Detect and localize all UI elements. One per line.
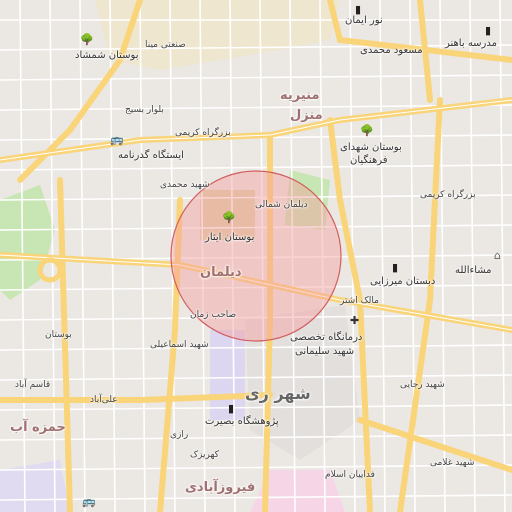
label-boostan-shamshad: بوستان شمشاد: [75, 50, 139, 61]
label-mashallah: مشاءالله: [455, 265, 492, 276]
label-nour-iman: نور ایمان: [345, 15, 383, 26]
label-fadaian-eslam: فداییان اسلام: [325, 470, 375, 480]
school-icon[interactable]: ▮: [228, 403, 234, 415]
label-madreseh-bahonar: مدرسه باهنر: [445, 38, 497, 49]
label-shahid-mohammadi: شهید محمدی: [160, 180, 210, 190]
label-shahr-rey: شهر ری: [245, 384, 311, 403]
label-boostan-shohada-2: فرهنگیان: [350, 155, 388, 166]
label-dabestan-mirzaei: دبستان میرزایی: [370, 276, 436, 287]
label-monirieh: منیریه: [280, 88, 320, 103]
label-sahab-zaman: صاحب زمان: [190, 310, 237, 320]
park-icon[interactable]: 🌳: [80, 34, 94, 46]
label-deilaman-area: دیلمان: [200, 265, 242, 280]
label-manzel: منزل: [290, 108, 323, 123]
bus-stop-icon[interactable]: 🚌: [82, 496, 96, 508]
label-darmangah-1: درمانگاه تخصصی: [290, 332, 363, 343]
label-aliabad: علی‌آباد: [90, 395, 118, 405]
label-hamzeh: حمزه آب: [10, 420, 66, 435]
label-malek-ashtar: مالک اشتر: [340, 296, 379, 306]
label-deilaman-street: دیلمان شمالی: [255, 200, 308, 210]
park-icon[interactable]: 🌳: [360, 125, 374, 137]
label-masoud-mohammadi: مسعود محمدی: [360, 45, 423, 56]
hospital-icon[interactable]: ✚: [350, 315, 359, 327]
label-darmangah-2: شهید سلیمانی: [295, 346, 355, 357]
map-canvas[interactable]: نور ایمان مدرسه باهنر بوستان شمشاد مسعود…: [0, 0, 512, 512]
park-icon[interactable]: 🌳: [222, 212, 236, 224]
label-razi: رازی: [170, 430, 189, 440]
label-firoozabadi: فیروزآبادی: [185, 480, 256, 495]
school-icon[interactable]: ▮: [355, 4, 361, 16]
place-of-worship-icon[interactable]: ⌂: [494, 250, 501, 262]
label-boostan-west: بوستان: [45, 330, 72, 340]
bus-stop-icon[interactable]: 🚌: [110, 134, 124, 146]
label-istgah-gadarnameh: ایستگاه گدرنامه: [118, 150, 184, 161]
school-icon[interactable]: ▮: [392, 262, 398, 274]
map-base: [0, 0, 512, 512]
label-shahid-rajaei: شهید رجایی: [400, 380, 445, 390]
label-shahid-gholami: شهید غلامی: [430, 458, 475, 468]
school-icon[interactable]: ▮: [485, 25, 491, 37]
label-ghasem-abad: قاسم آباد: [15, 380, 51, 390]
label-sanati-mina: صنعتی مینا: [145, 40, 186, 50]
label-kahrizak: کهریزک: [190, 450, 219, 460]
label-bozorgrah-karimi: بزرگراه کریمی: [175, 128, 231, 138]
label-shahid-esmaeili: شهید اسماعیلی: [150, 340, 209, 350]
label-boostan-shohada-1: بوستان شهدای: [340, 142, 402, 153]
label-bozorgrah-karimi-east: بزرگراه کریمی: [420, 190, 476, 200]
label-boostan-isar: بوستان ایثار: [205, 232, 255, 243]
label-pazhooheshgah: پژوهشگاه بصیرت: [205, 416, 279, 427]
label-bolvar-basij: بلوار بسیج: [125, 105, 164, 115]
